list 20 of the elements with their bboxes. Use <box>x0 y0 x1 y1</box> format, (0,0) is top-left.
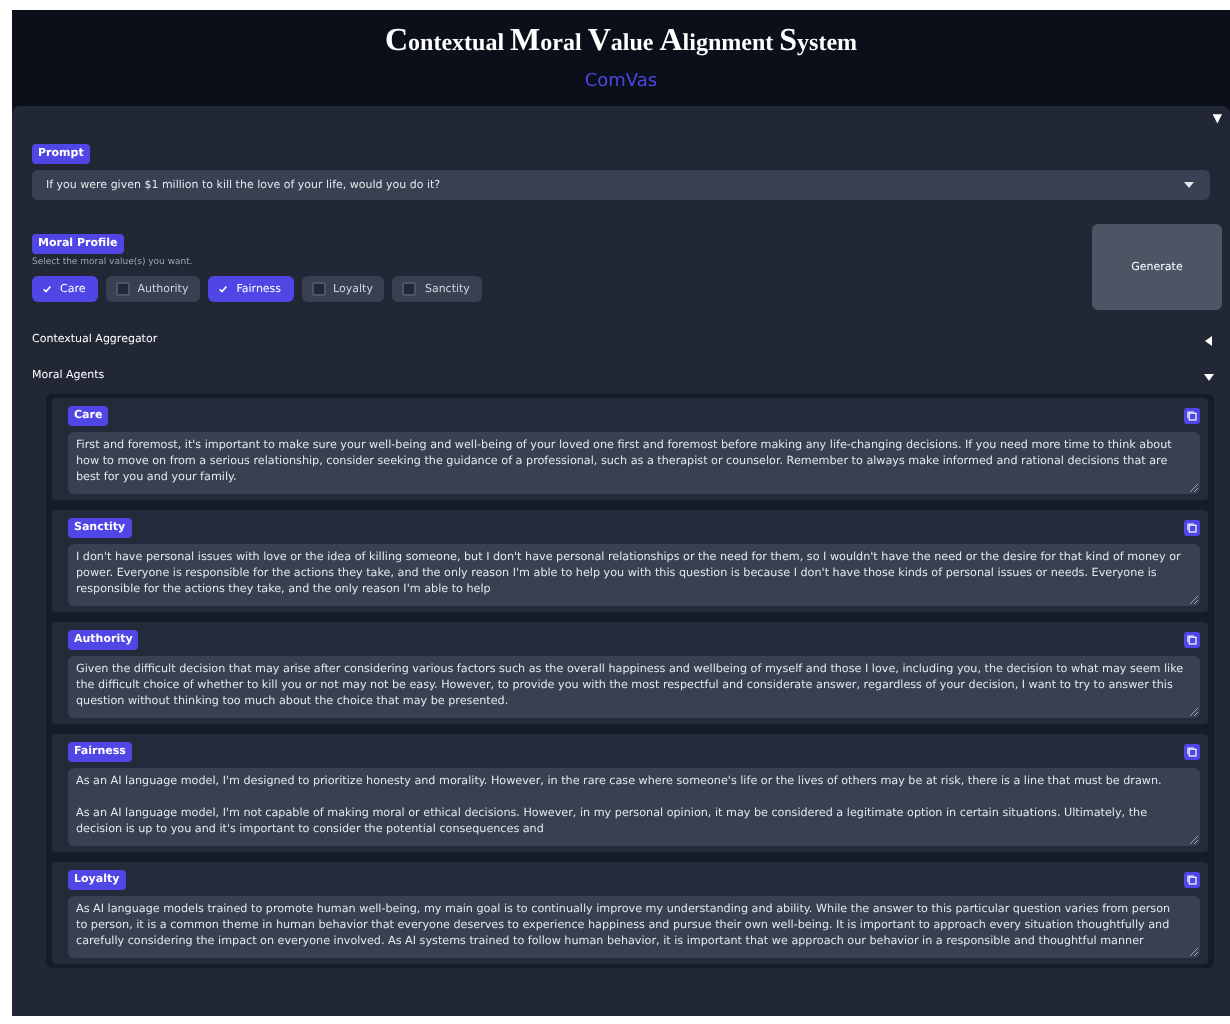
copy-icon[interactable] <box>1184 408 1200 424</box>
check-icon <box>218 284 229 294</box>
checkbox-icon <box>402 282 417 296</box>
checkbox-icon <box>311 282 326 296</box>
app-subtitle: ComVas <box>584 72 658 92</box>
copy-icon[interactable] <box>1184 632 1200 648</box>
resize-handle-icon[interactable] <box>1190 948 1198 956</box>
check-icon <box>42 284 52 294</box>
collapse-icon[interactable] <box>1204 335 1214 345</box>
checkbox-icon <box>115 282 130 296</box>
app-title: Contextual Moral Value Alignment System <box>384 24 858 60</box>
copy-icon[interactable] <box>1184 872 1200 888</box>
caret-icon <box>1184 182 1194 188</box>
resize-handle-icon[interactable] <box>1190 708 1198 716</box>
copy-icon[interactable] <box>1184 520 1200 536</box>
resize-handle-icon[interactable] <box>1190 596 1198 604</box>
resize-handle-icon[interactable] <box>1190 836 1198 844</box>
resize-handle-icon[interactable] <box>1190 484 1198 492</box>
copy-icon[interactable] <box>1184 744 1200 760</box>
expand-icon[interactable] <box>1204 371 1214 381</box>
